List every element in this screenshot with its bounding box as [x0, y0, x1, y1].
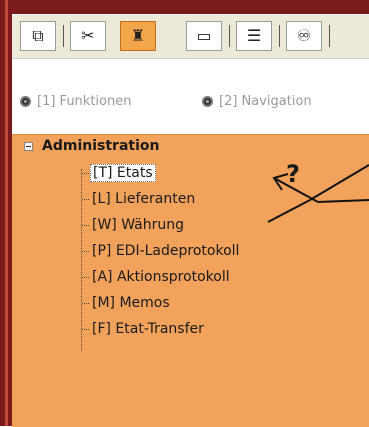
tree-item-aktionsprotokoll[interactable]: [A] Aktionsprotokoll [82, 267, 232, 287]
tree-node-administration[interactable]: Administration [24, 137, 159, 155]
tab-window[interactable]: ⧉ [20, 21, 56, 51]
tab-separator [63, 25, 64, 47]
tab-folder[interactable]: ▭ [186, 21, 222, 51]
tree-item-label: [T] Etats [90, 164, 156, 182]
collapse-icon[interactable] [24, 141, 33, 151]
tree-item-etat-transfer[interactable]: [F] Etat-Transfer [82, 319, 206, 339]
tree-connector [82, 198, 89, 200]
tab-trash[interactable]: ♜ [120, 21, 156, 51]
tree-item-label: [F] Etat-Transfer [92, 321, 204, 337]
tab-separator [229, 25, 230, 47]
tree-item-lieferanten[interactable]: [L] Lieferanten [82, 189, 197, 209]
tree-connector [82, 172, 89, 174]
radio-icon [202, 95, 213, 107]
folder-icon: ▭ [196, 26, 212, 45]
tree-item-label: [W] Währung [92, 217, 185, 233]
tree-connector [82, 302, 89, 304]
tree-connector [82, 250, 89, 252]
radio-navigation-label: [2] Navigation [219, 93, 312, 109]
tree-item-label: [A] Aktionsprotokoll [92, 269, 230, 285]
tree-item-etats[interactable]: [T] Etats [82, 163, 156, 183]
tree-item-memos[interactable]: [M] Memos [82, 293, 172, 313]
radio-selected-icon [20, 95, 31, 107]
tree-item-label: [M] Memos [92, 295, 170, 311]
tree-item-label: [P] EDI-Ladeprotokoll [92, 243, 240, 259]
tree-item-label: [L] Lieferanten [92, 191, 196, 207]
cut-icon: ✂ [81, 26, 95, 45]
annotation-question-mark: ? [286, 160, 300, 188]
radio-navigation[interactable]: [2] Navigation [202, 93, 312, 109]
binoculars-icon: ♾ [296, 26, 312, 45]
tab-separator [279, 25, 280, 47]
window-icon: ⧉ [32, 26, 44, 45]
trash-icon: ♜ [130, 26, 146, 45]
list-icon: ☰ [246, 26, 262, 45]
tree-item-edi-ladeprotokoll[interactable]: [P] EDI-Ladeprotokoll [82, 241, 241, 261]
tab-cut[interactable]: ✂ [70, 21, 106, 51]
tree-connector [82, 224, 89, 226]
tab-separator [329, 25, 330, 47]
tree-connector [82, 328, 89, 330]
view-mode-bar: [1] Funktionen [2] Navigation [12, 58, 369, 135]
frame-border [5, 0, 8, 426]
radio-functions[interactable]: [1] Funktionen [20, 93, 131, 109]
tree-panel: Administration [T] Etats [L] Lieferanten… [12, 134, 369, 427]
tab-list[interactable]: ☰ [236, 21, 272, 51]
tab-search[interactable]: ♾ [286, 21, 322, 51]
tree-connector [82, 276, 89, 278]
tree-item-waehrung[interactable]: [W] Währung [82, 215, 186, 235]
tree-root-label: Administration [42, 138, 160, 154]
radio-functions-label: [1] Funktionen [37, 93, 132, 109]
toolbar: ⧉ ✂ ♜ ▭ ☰ ♾ [12, 14, 369, 59]
